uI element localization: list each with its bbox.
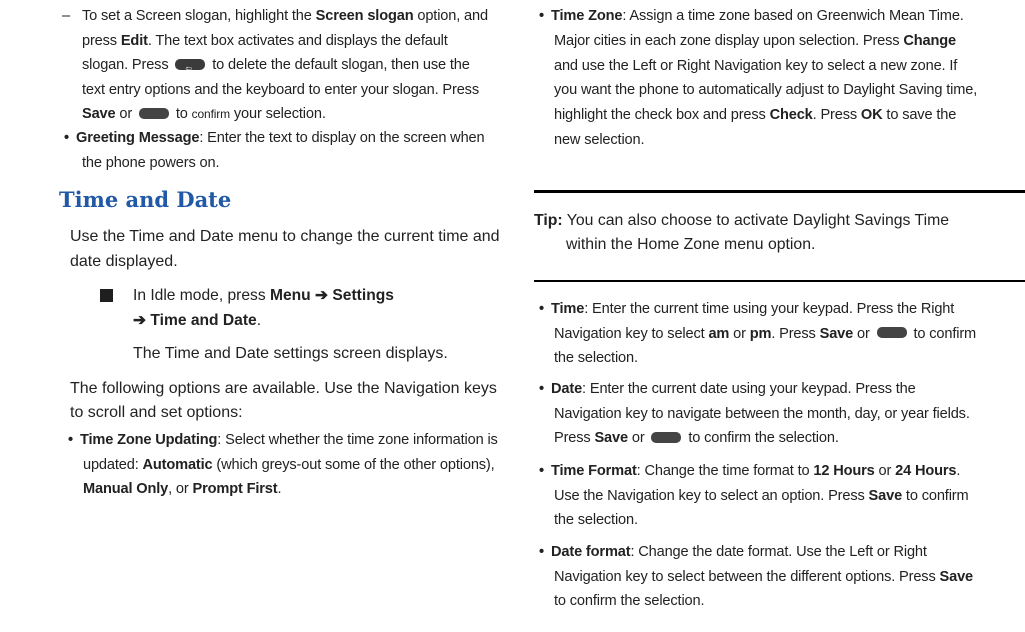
date-paragraph: Date: Enter the current date using your … xyxy=(551,381,970,446)
time-bullet: • xyxy=(539,301,544,317)
softkey-icon xyxy=(651,431,682,443)
slogan-paragraph: To set a Screen slogan, highlight the Sc… xyxy=(82,4,507,127)
tz-updating-bullet: • xyxy=(68,432,73,448)
timezone-paragraph: Time Zone: Assign a time zone based on G… xyxy=(551,8,978,148)
time-format-bullet: • xyxy=(539,463,544,479)
tz-updating-paragraph: Time Zone Updating: Select whether the t… xyxy=(80,432,498,497)
slogan-bullet-dash: – xyxy=(62,8,70,24)
tip-paragraph: Tip: You can also choose to activate Day… xyxy=(534,212,950,253)
step-result: The Time and Date settings screen displa… xyxy=(133,345,448,362)
square-bullet-icon xyxy=(100,289,113,302)
options-paragraph: The following options are available. Use… xyxy=(70,380,497,421)
tip-top-rule xyxy=(534,190,1025,193)
clear-key-icon xyxy=(175,57,206,81)
date-format-paragraph: Date format: Change the date format. Use… xyxy=(551,544,973,609)
section-heading: Time and Date xyxy=(59,187,232,212)
tip-bottom-rule xyxy=(534,280,1025,282)
date-format-bullet: • xyxy=(539,544,544,560)
softkey-icon xyxy=(138,107,169,119)
date-bullet: • xyxy=(539,381,544,397)
time-paragraph: Time: Enter the current time using your … xyxy=(551,301,977,366)
greeting-paragraph: Greeting Message: Enter the text to disp… xyxy=(76,130,485,171)
intro-paragraph: Use the Time and Date menu to change the… xyxy=(70,228,500,270)
softkey-icon xyxy=(876,327,907,339)
time-format-paragraph: Time Format: Change the time format to 1… xyxy=(551,463,969,528)
greeting-bullet: • xyxy=(64,130,69,146)
step-paragraph: In Idle mode, press Menu ➔ Settings ➔ Ti… xyxy=(133,287,394,329)
timezone-bullet: • xyxy=(539,8,544,24)
